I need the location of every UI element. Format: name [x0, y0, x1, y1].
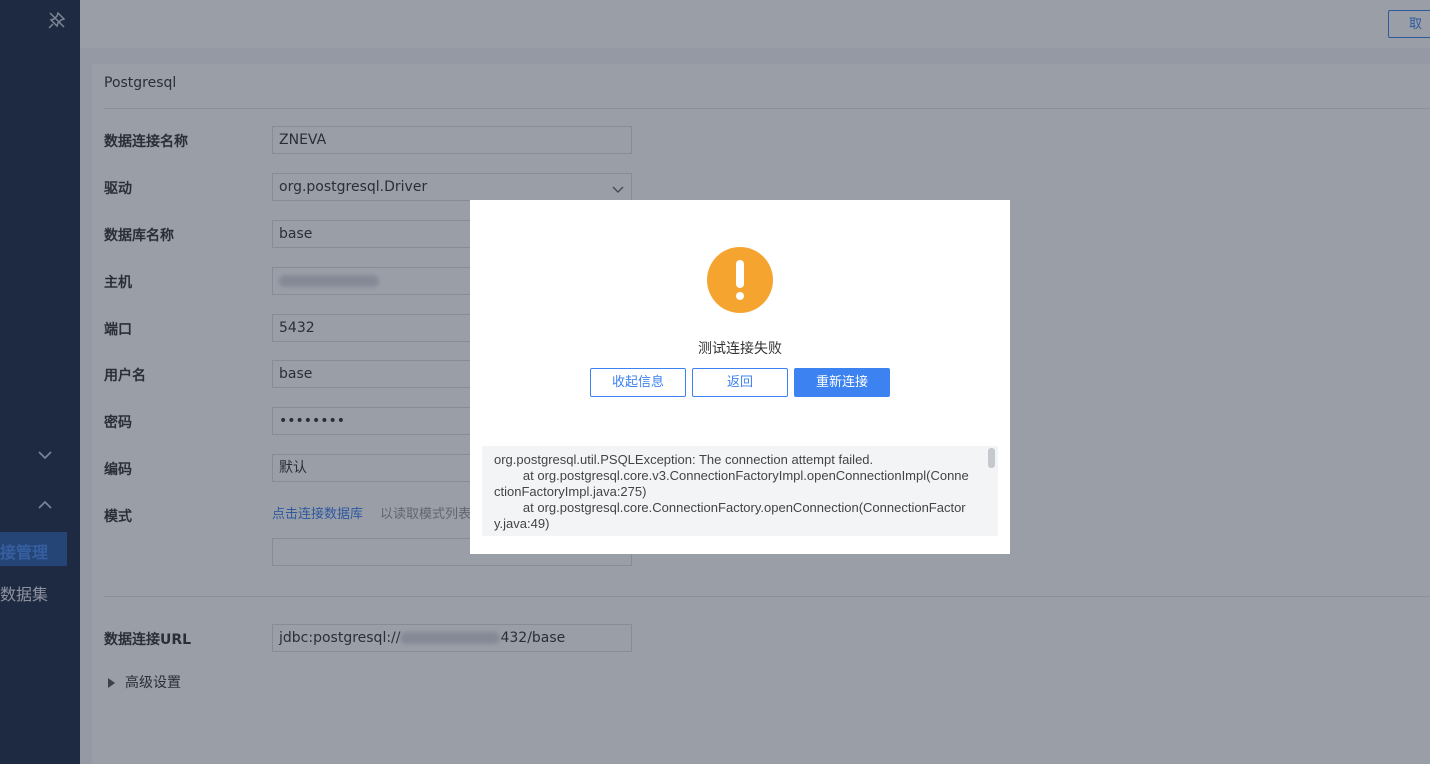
dialog-message: 测试连接失败 — [698, 341, 782, 357]
warning-icon-dot — [736, 292, 744, 300]
warning-icon — [707, 247, 773, 313]
error-dialog: 测试连接失败 收起信息 返回 重新连接 org.postgresql.util.… — [470, 200, 1010, 554]
back-button[interactable]: 返回 — [692, 368, 788, 397]
warning-icon-bar — [736, 260, 744, 288]
scrollbar[interactable] — [988, 448, 995, 468]
error-log-text: org.postgresql.util.PSQLException: The c… — [494, 452, 969, 531]
collapse-info-button[interactable]: 收起信息 — [590, 368, 686, 397]
error-log[interactable]: org.postgresql.util.PSQLException: The c… — [482, 446, 998, 536]
reconnect-button[interactable]: 重新连接 — [794, 368, 890, 397]
